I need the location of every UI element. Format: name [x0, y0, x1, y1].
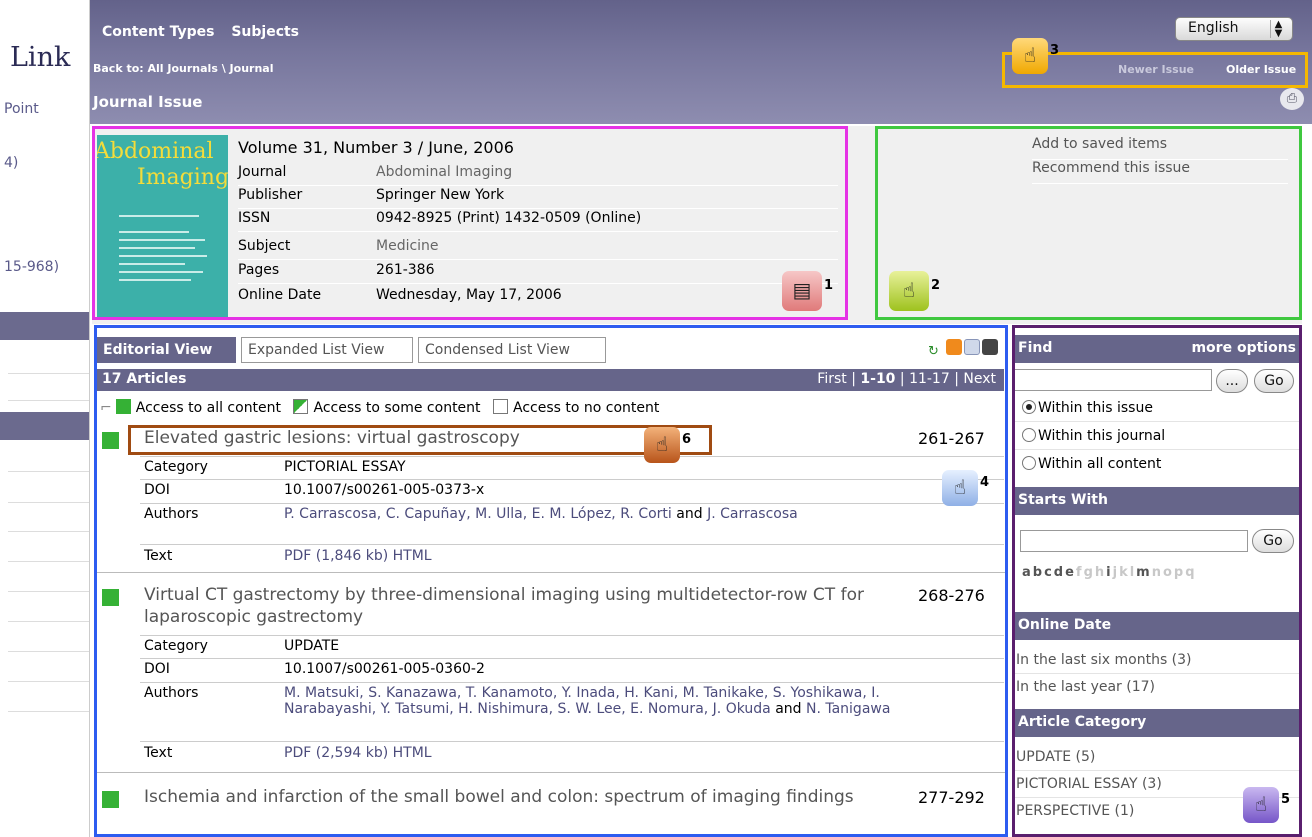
mouse-click-icon: ☝ 5	[1243, 787, 1290, 823]
language-value: English	[1188, 20, 1239, 36]
callout-number: 2	[930, 278, 940, 293]
callout-number: 5	[1280, 792, 1290, 807]
callout-number: 6	[681, 432, 691, 447]
mouse-click-icon: ☝ 4	[942, 470, 989, 506]
site-logo[interactable]: Link	[10, 42, 70, 73]
callout-number: 3	[1049, 43, 1059, 58]
sidebar-item[interactable]: Point	[4, 101, 39, 117]
mouse-click-icon: ☝ 6	[644, 427, 691, 463]
nav-content-types[interactable]: Content Types	[102, 24, 214, 40]
annotation-box-article-list	[94, 325, 1008, 837]
divider	[8, 591, 89, 592]
sidebar-item[interactable]: 4)	[4, 155, 18, 171]
divider	[8, 471, 89, 472]
mouse-click-icon: ☝ 2	[889, 271, 940, 311]
main-nav: Content Types Subjects	[102, 24, 311, 40]
divider	[8, 681, 89, 682]
language-select[interactable]: English ▲ ▼	[1175, 17, 1293, 41]
annotation-box-article-title	[128, 425, 712, 455]
divider	[8, 651, 89, 652]
sidebar-item[interactable]: 15-968)	[4, 259, 59, 275]
divider	[8, 711, 89, 712]
divider	[8, 561, 89, 562]
annotation-box-search-sidebar	[1012, 325, 1302, 837]
annotation-box-issue-info	[92, 126, 848, 320]
print-icon[interactable]: ⎙	[1280, 88, 1304, 110]
callout-number: 4	[979, 475, 989, 490]
divider	[8, 621, 89, 622]
breadcrumb[interactable]: Back to: All Journals \ Journal	[93, 62, 274, 75]
sidebar-section-bar	[0, 412, 89, 440]
divider	[8, 373, 89, 374]
page-title: Journal Issue	[93, 93, 203, 111]
select-arrows-icon: ▲ ▼	[1270, 20, 1286, 39]
document-icon: ▤ 1	[782, 271, 833, 311]
sidebar-section-bar	[0, 312, 89, 340]
divider	[8, 531, 89, 532]
callout-number: 1	[823, 278, 833, 293]
divider	[8, 502, 89, 503]
divider	[8, 400, 89, 401]
left-sidebar: Link Point 4) 15-968)	[0, 0, 90, 837]
mouse-click-icon: ☝ 3	[1012, 38, 1059, 74]
nav-subjects[interactable]: Subjects	[231, 24, 299, 40]
